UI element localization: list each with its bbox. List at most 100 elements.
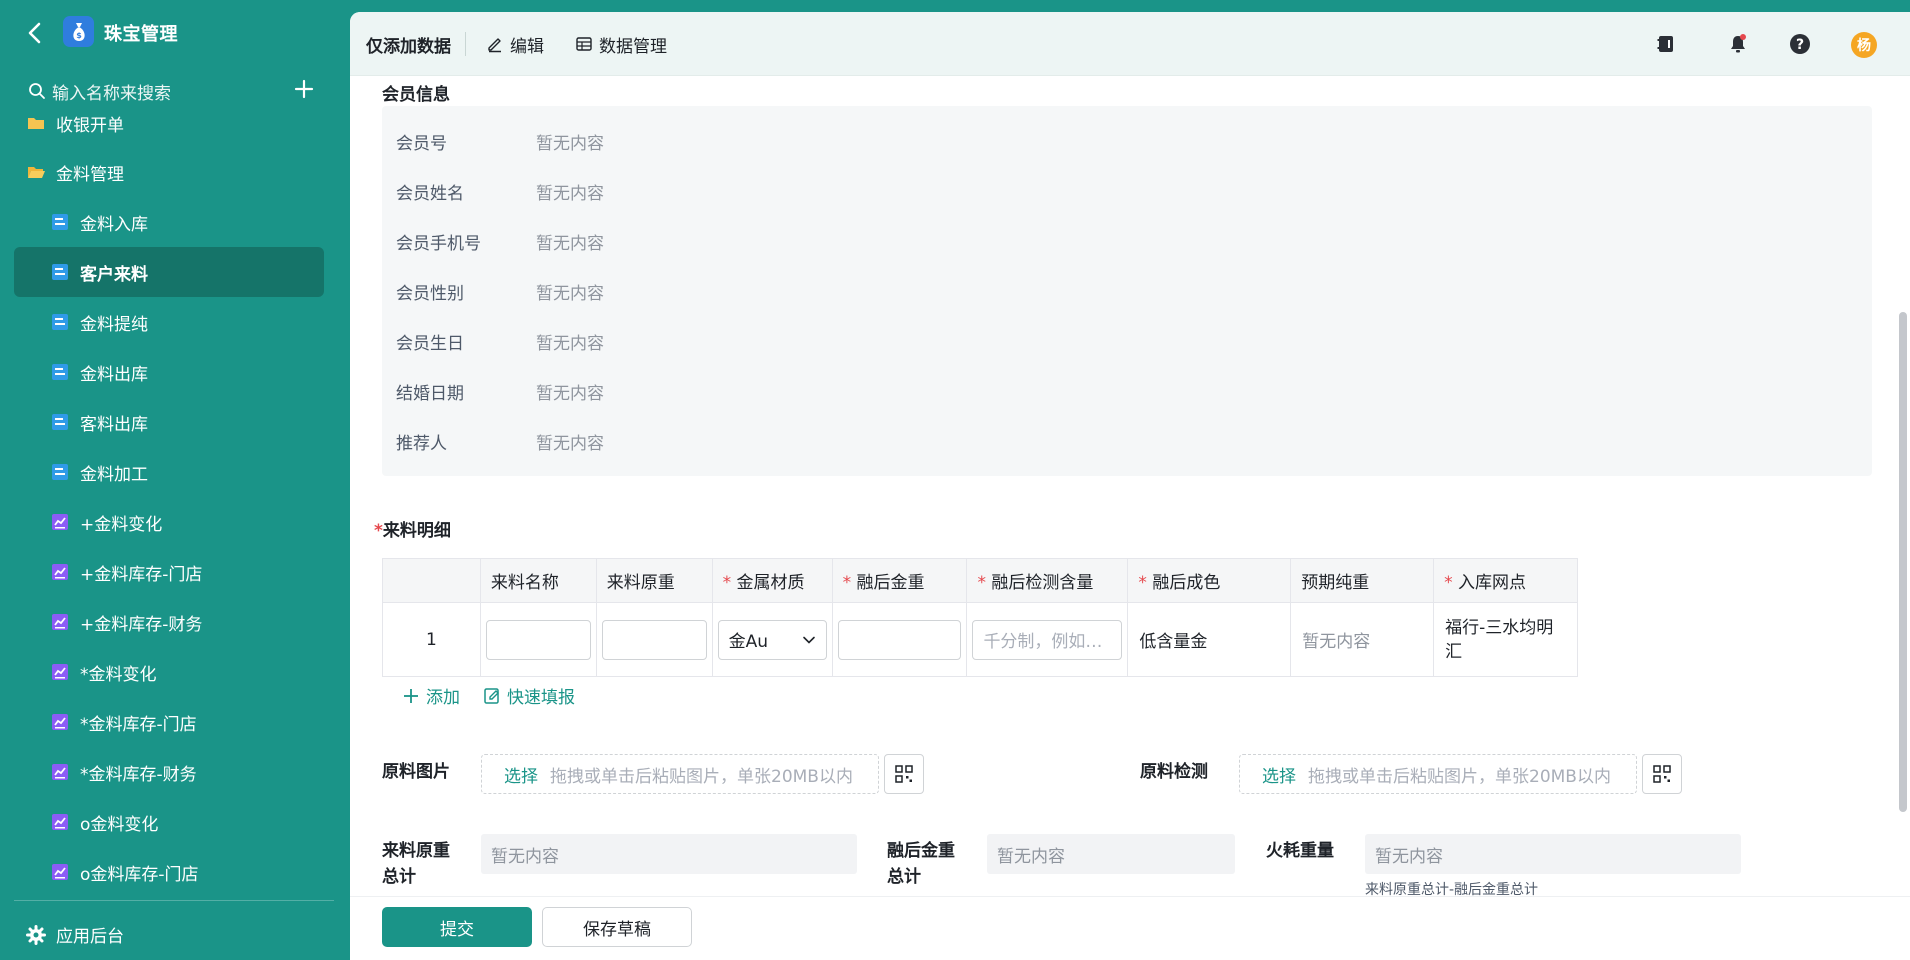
sidebar-item-report-8[interactable]: o金料库存-门店 — [14, 847, 324, 890]
sidebar-item-report-4[interactable]: *金料变化 — [14, 647, 324, 697]
app-logo: $ — [63, 16, 94, 47]
material-detail-table: 来料名称 来料原重 * 金属材质 * 融后金重 * 融后检测含量 * 融后成色 … — [382, 558, 1578, 677]
field-label: 推荐人 — [396, 433, 447, 454]
sidebar-item-report-2[interactable]: +金料库存-门店 — [14, 547, 324, 597]
sidebar-item-gold-processing[interactable]: 金料加工 — [14, 447, 324, 497]
sidebar-item-gold-purify[interactable]: 金料提纯 — [14, 297, 324, 347]
notification-bell-icon[interactable] — [1726, 32, 1750, 56]
app-backend-link[interactable]: 应用后台 — [26, 922, 124, 947]
table-header-row: 来料名称 来料原重 * 金属材质 * 融后金重 * 融后检测含量 * 融后成色 … — [382, 558, 1578, 603]
address-book-icon[interactable] — [1654, 32, 1678, 56]
sidebar-item-report-1[interactable]: +金料变化 — [14, 497, 324, 547]
col-fineness: * 融后成色 — [1127, 558, 1292, 603]
raw-test-qr-button[interactable] — [1642, 754, 1682, 794]
melt-weight-input[interactable] — [837, 619, 962, 660]
field-label: 会员生日 — [396, 333, 464, 354]
folder-icon — [28, 118, 44, 129]
topbar-divider — [465, 32, 466, 56]
vertical-scrollbar[interactable] — [1899, 312, 1907, 812]
cell-material-name — [479, 602, 597, 677]
money-bag-icon: $ — [72, 22, 85, 41]
sidebar-item-label: +金料变化 — [80, 514, 163, 535]
upload-hint: 拖拽或单击后粘贴图片，单张20MB以内 — [550, 766, 853, 787]
add-row-button[interactable]: 添加 — [402, 683, 460, 708]
help-icon[interactable]: ? — [1788, 32, 1812, 56]
app-title: 珠宝管理 — [104, 24, 178, 45]
col-label: 融后成色 — [1152, 573, 1221, 593]
search-icon — [29, 83, 45, 99]
raw-test-upload[interactable]: 选择 拖拽或单击后粘贴图片，单张20MB以内 — [1239, 754, 1637, 794]
sidebar-item-report-5[interactable]: *金料库存-门店 — [14, 697, 324, 747]
field-value: 暂无内容 — [536, 333, 604, 354]
melt-total-value: 暂无内容 — [987, 834, 1235, 874]
field-value: 暂无内容 — [536, 133, 604, 154]
sidebar-item-customer-material[interactable]: 客户来料 — [14, 247, 324, 297]
sidebar-item-partial[interactable]: 收银开单 — [14, 110, 324, 148]
raw-weight-input[interactable] — [601, 619, 707, 660]
detail-title-text: 来料明细 — [382, 521, 451, 541]
sidebar-item-label: 金料管理 — [56, 164, 124, 185]
quick-fill-label: 快速填报 — [507, 688, 575, 708]
sidebar-item-label: 金料入库 — [80, 214, 148, 235]
form-icon — [52, 364, 68, 380]
col-label: 融后检测含量 — [991, 573, 1094, 593]
required-mark: * — [842, 573, 852, 593]
gear-icon — [26, 924, 46, 945]
chart-report-icon — [52, 664, 68, 680]
sidebar-header: $ 珠宝管理 — [0, 0, 350, 66]
chevron-down-icon — [802, 636, 815, 644]
sidebar-search[interactable]: 输入名称来搜索 — [28, 78, 318, 104]
raw-image-upload[interactable]: 选择 拖拽或单击后粘贴图片，单张20MB以内 — [481, 754, 879, 794]
col-index — [382, 558, 481, 603]
raw-image-qr-button[interactable] — [884, 754, 924, 794]
cell-store: 福行-三水均明汇 — [1433, 602, 1578, 677]
add-icon[interactable] — [293, 78, 315, 100]
quick-fill-button[interactable]: 快速填报 — [483, 683, 575, 708]
raw-total-label: 来料原重总计 — [382, 841, 450, 887]
metal-material-select[interactable]: 金Au — [717, 619, 827, 660]
user-avatar[interactable]: 杨 — [1851, 32, 1877, 58]
required-mark: * — [977, 573, 986, 593]
pick-label[interactable]: 选择 — [1262, 762, 1296, 787]
submit-button[interactable]: 提交 — [382, 907, 532, 947]
sidebar-item-report-3[interactable]: +金料库存-财务 — [14, 597, 324, 647]
chart-report-icon — [52, 864, 68, 880]
loss-weight-label: 火耗重量 — [1266, 841, 1334, 861]
member-row: 会员号 暂无内容 — [396, 126, 604, 156]
sidebar-item-gold-outbound[interactable]: 金料出库 — [14, 347, 324, 397]
cell-fineness: 低含量金 — [1127, 602, 1292, 677]
qr-code-icon — [1653, 765, 1671, 783]
sidebar-item-gold-mgmt[interactable]: 金料管理 — [14, 147, 324, 197]
table-row: 1 金Au 千分制，例如… 低含量金 暂无内容 福行-三水均明汇 — [382, 602, 1578, 677]
form-icon — [52, 414, 68, 430]
sidebar-item-label: +金料库存-门店 — [80, 564, 203, 585]
data-management-button[interactable]: 数据管理 — [575, 30, 667, 58]
raw-test-label: 原料检测 — [1140, 762, 1208, 782]
sidebar-item-customer-outbound[interactable]: 客料出库 — [14, 397, 324, 447]
view-title: 仅添加数据 — [366, 37, 451, 57]
test-content-input[interactable]: 千分制，例如… — [972, 619, 1123, 660]
sidebar-item-gold-inbound[interactable]: 金料入库 — [14, 197, 324, 247]
save-draft-button[interactable]: 保存草稿 — [542, 907, 692, 947]
col-raw-weight: 来料原重 — [595, 558, 713, 603]
col-melt-weight: * 融后金重 — [831, 558, 968, 603]
field-value: 暂无内容 — [536, 283, 604, 304]
sidebar-item-report-6[interactable]: *金料库存-财务 — [14, 747, 324, 797]
cell-expected-pure: 暂无内容 — [1290, 602, 1435, 677]
edit-button[interactable]: 编辑 — [486, 30, 544, 58]
sidebar-divider — [14, 900, 334, 901]
material-name-input[interactable] — [485, 619, 591, 660]
edit-label: 编辑 — [510, 36, 544, 57]
field-label: 会员号 — [396, 133, 447, 154]
chart-report-icon — [52, 714, 68, 730]
form-footer: 提交 保存草稿 — [350, 896, 1910, 960]
sidebar-item-report-7[interactable]: o金料变化 — [14, 797, 324, 847]
field-value: 暂无内容 — [536, 233, 604, 254]
field-label: 会员性别 — [396, 283, 464, 304]
cell-melt-weight — [831, 602, 968, 677]
back-icon[interactable] — [24, 20, 46, 46]
col-store: * 入库网点 — [1433, 558, 1578, 603]
pick-label[interactable]: 选择 — [504, 762, 538, 787]
chart-report-icon — [52, 614, 68, 630]
add-row-label: 添加 — [426, 688, 460, 708]
